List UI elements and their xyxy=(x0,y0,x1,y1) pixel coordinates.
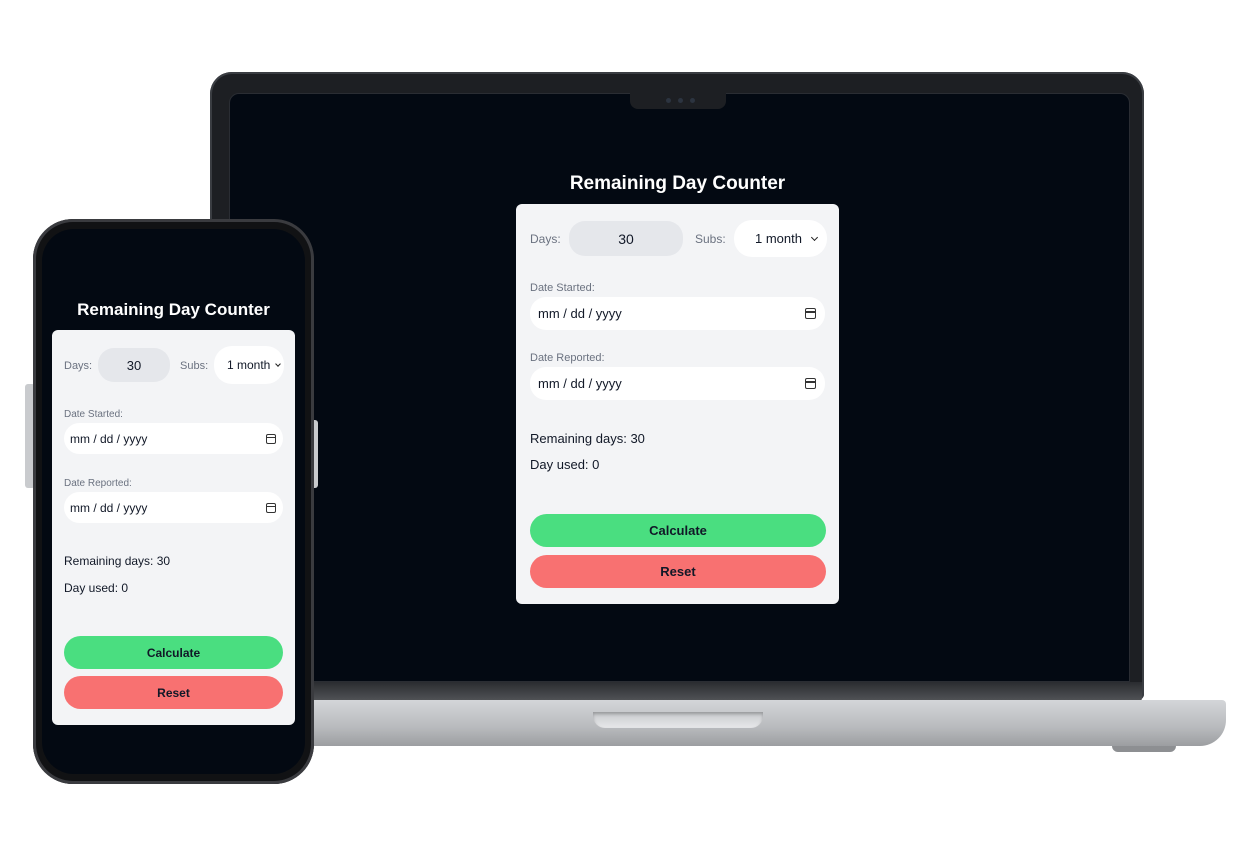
days-input[interactable]: 30 xyxy=(98,348,170,382)
subs-select[interactable]: 1 month xyxy=(734,220,827,257)
remaining-days-text: Remaining days: 30 xyxy=(64,554,171,568)
days-label: Days: xyxy=(530,232,561,246)
laptop-hinge xyxy=(212,682,1142,702)
laptop-groove xyxy=(593,712,763,728)
day-used-text: Day used: 0 xyxy=(64,581,129,595)
date-started-label: Date Started: xyxy=(530,282,595,294)
calculate-button[interactable]: Calculate xyxy=(530,514,826,547)
date-reported-label: Date Reported: xyxy=(530,352,605,364)
camera-light-icon xyxy=(690,98,695,103)
subs-label: Subs: xyxy=(695,232,726,246)
laptop-foot xyxy=(1112,746,1176,752)
date-started-label: Date Started: xyxy=(64,409,123,420)
date-started-placeholder: mm / dd / yyyy xyxy=(538,306,622,321)
page-title: Remaining Day Counter xyxy=(569,173,786,194)
calendar-icon[interactable] xyxy=(805,308,816,319)
counter-card: Days: 30 Subs: 1 month Date Started: mm … xyxy=(516,204,839,604)
chevron-down-icon xyxy=(275,360,281,367)
date-started-input[interactable]: mm / dd / yyyy xyxy=(530,297,825,330)
reset-button[interactable]: Reset xyxy=(530,555,826,588)
days-input[interactable]: 30 xyxy=(569,221,683,256)
chevron-down-icon xyxy=(810,233,819,241)
page-title: Remaining Day Counter xyxy=(77,300,270,319)
calendar-icon[interactable] xyxy=(266,502,276,513)
date-started-input[interactable]: mm / dd / yyyy xyxy=(64,423,283,454)
reset-button[interactable]: Reset xyxy=(64,676,283,709)
days-label: Days: xyxy=(64,360,93,372)
calculate-button[interactable]: Calculate xyxy=(64,636,283,669)
days-value: 30 xyxy=(126,357,142,373)
date-reported-placeholder: mm / dd / yyyy xyxy=(70,500,148,515)
laptop-notch xyxy=(630,93,726,109)
calendar-icon[interactable] xyxy=(805,378,816,389)
date-reported-input[interactable]: mm / dd / yyyy xyxy=(64,492,283,523)
days-value: 30 xyxy=(618,230,634,247)
camera-sensor-icon xyxy=(678,98,683,103)
subs-label: Subs: xyxy=(180,360,209,372)
calendar-icon[interactable] xyxy=(266,433,276,444)
subs-selected-value: 1 month xyxy=(755,231,802,246)
subs-select[interactable]: 1 month xyxy=(214,346,284,384)
date-reported-label: Date Reported: xyxy=(64,478,132,489)
date-reported-input[interactable]: mm / dd / yyyy xyxy=(530,367,825,400)
date-reported-placeholder: mm / dd / yyyy xyxy=(538,376,622,391)
day-used-text: Day used: 0 xyxy=(530,457,600,472)
date-started-placeholder: mm / dd / yyyy xyxy=(70,431,148,446)
subs-selected-value: 1 month xyxy=(227,358,271,372)
camera-icon xyxy=(666,98,671,103)
counter-card: Days: 30 Subs: 1 month Date Started: mm … xyxy=(52,330,295,725)
remaining-days-text: Remaining days: 30 xyxy=(530,431,645,446)
